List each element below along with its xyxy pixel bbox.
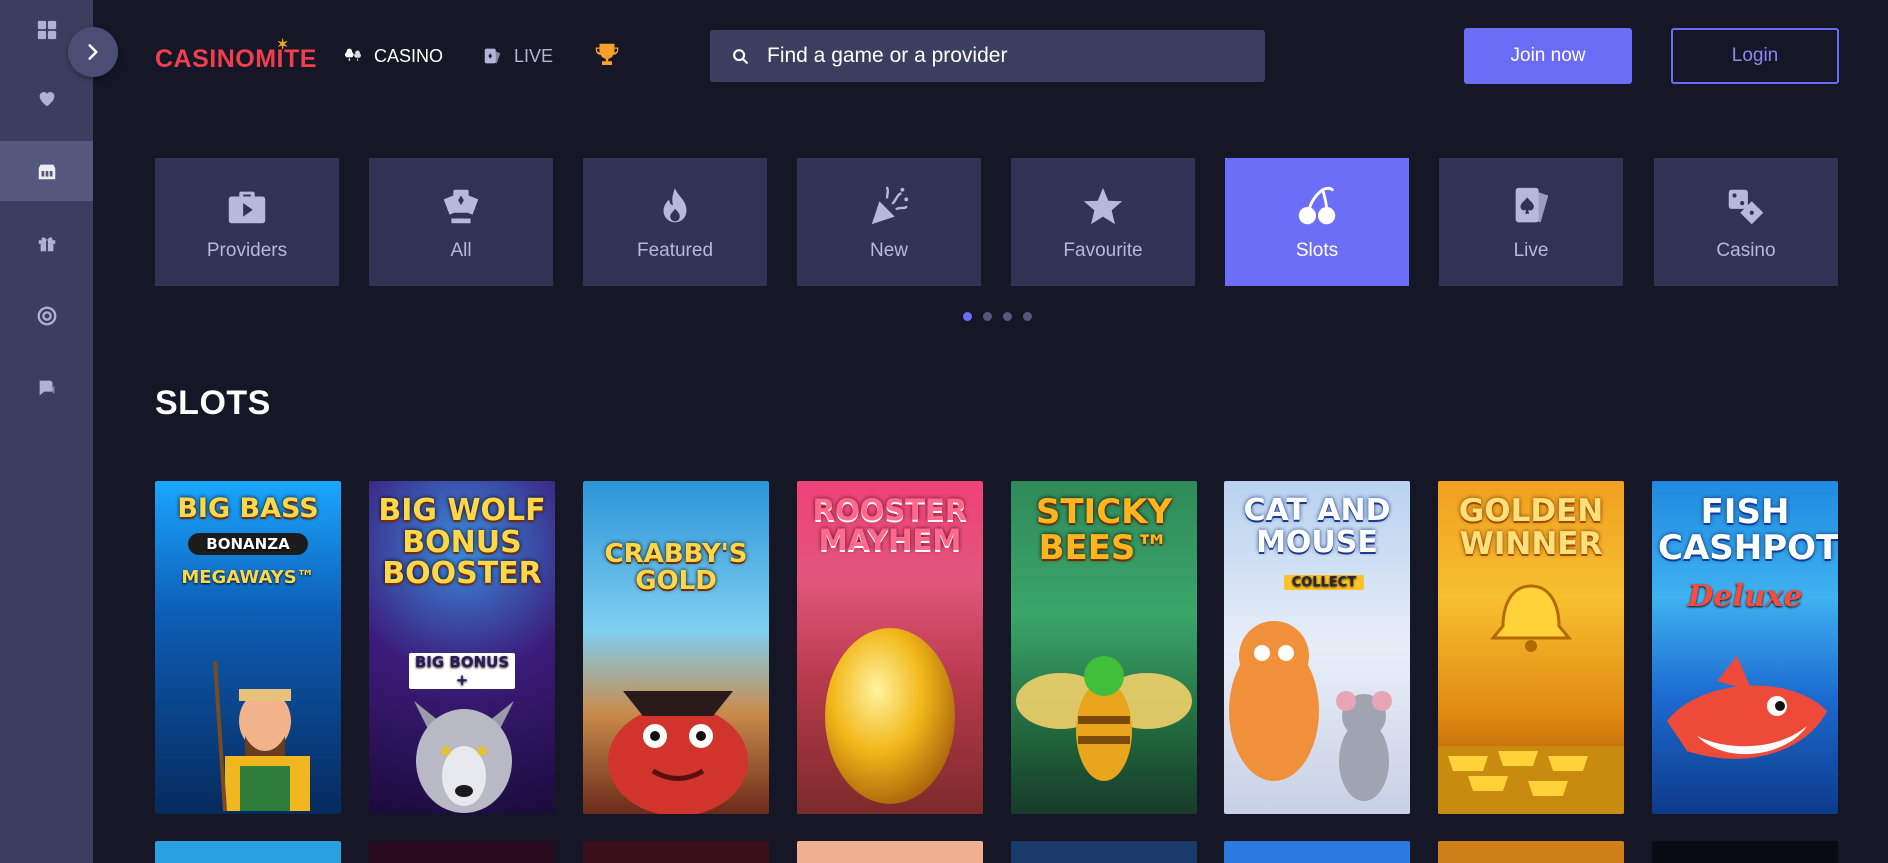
game-title: BIG BASS: [177, 493, 319, 524]
sidebar-item-target[interactable]: [0, 286, 93, 346]
category-label: Slots: [1295, 240, 1339, 261]
page: CASINOMITE ✶ CASINO LIVE Find a game or …: [0, 0, 1888, 863]
game-card-big-bass-bonanza[interactable]: BIG BASS BONANZA MEGAWAYS™: [155, 481, 341, 814]
search-icon: [733, 48, 748, 64]
game-card-fish-cashpot-deluxe[interactable]: FISH CASHPOT Deluxe: [1652, 481, 1838, 814]
game-title: CAT AND MOUSE: [1243, 493, 1391, 560]
logo-spark-icon: ✶: [276, 36, 289, 52]
cards-icon: [443, 189, 479, 224]
game-card-row2[interactable]: [369, 841, 555, 863]
sidebar-item-favourites[interactable]: [0, 68, 93, 128]
logo-text: CASINOMITE: [155, 44, 317, 73]
category-label: Casino: [1716, 240, 1776, 261]
game-card-row2[interactable]: [1011, 841, 1197, 863]
golden-egg-illustration: [825, 628, 955, 804]
sidebar-item-support[interactable]: [0, 358, 93, 418]
fisherman-illustration: [213, 661, 310, 811]
game-card-row2[interactable]: [583, 841, 769, 863]
category-label: New: [869, 240, 908, 261]
game-subtitle: COLLECT: [1284, 575, 1364, 590]
sidebar-item-promotions[interactable]: [0, 213, 93, 273]
game-card-golden-winner[interactable]: GOLDEN WINNER: [1438, 481, 1624, 814]
game-subtitle: Deluxe: [1687, 579, 1803, 614]
game-card-rooster-mayhem[interactable]: ROOSTER MAYHEM: [797, 481, 983, 814]
gold-bars-illustration: [1438, 584, 1624, 814]
chevron-right-icon: [88, 44, 98, 60]
category-label: Featured: [636, 240, 714, 261]
sidebar-toggle-button[interactable]: [68, 27, 118, 77]
shark-illustration: [1667, 656, 1827, 759]
pagination-dot[interactable]: [983, 312, 992, 321]
search-input[interactable]: Find a game or a provider: [710, 30, 1265, 82]
support-icon: [39, 380, 54, 396]
game-title: ROOSTER MAYHEM: [812, 493, 968, 558]
game-title: GOLDEN WINNER: [1458, 493, 1604, 562]
nav-casino-label: CASINO: [374, 45, 444, 66]
bee-illustration: [1016, 656, 1192, 781]
login-button[interactable]: Login: [1671, 28, 1839, 84]
nav-casino-link[interactable]: CASINO: [342, 42, 443, 70]
live-cards-icon: [484, 48, 501, 64]
category-label: Favourite: [1063, 240, 1143, 261]
category-tile-featured[interactable]: Featured: [583, 158, 767, 286]
category-label: Providers: [206, 240, 288, 261]
gift-icon: [38, 237, 55, 252]
game-title: FISH CASHPOT: [1658, 492, 1838, 568]
game-title: BIG WOLF BONUS BOOSTER: [378, 493, 546, 591]
trophy-icon[interactable]: [592, 40, 622, 70]
carousel-pagination: [963, 312, 1032, 321]
category-tile-new[interactable]: New: [797, 158, 981, 286]
flame-icon: [663, 187, 687, 223]
game-title: STICKY BEES™: [1035, 492, 1173, 568]
party-popper-icon: [871, 186, 909, 225]
cherries-icon: [1298, 186, 1336, 225]
game-extra: MEGAWAYS™: [181, 567, 315, 588]
game-card-row2[interactable]: [155, 841, 341, 863]
nav-live-link[interactable]: LIVE: [482, 42, 553, 70]
logo[interactable]: CASINOMITE ✶: [155, 36, 317, 74]
search-placeholder: Find a game or a provider: [767, 44, 1008, 67]
game-card-row2[interactable]: [1438, 841, 1624, 863]
category-tile-slots[interactable]: Slots: [1225, 158, 1409, 286]
wolf-illustration: [414, 701, 514, 813]
dice-icon: [1728, 189, 1764, 225]
sidebar: [0, 0, 93, 863]
category-tile-favourite[interactable]: Favourite: [1011, 158, 1195, 286]
join-now-button[interactable]: Join now: [1464, 28, 1632, 84]
category-label: All: [450, 240, 472, 261]
game-card-cat-and-mouse[interactable]: CAT AND MOUSE COLLECT: [1224, 481, 1410, 814]
game-card-big-wolf-bonus-booster[interactable]: BIG WOLF BONUS BOOSTER BIG BONUS +: [369, 481, 555, 814]
briefcase-play-icon: [228, 191, 266, 224]
game-card-sticky-bees[interactable]: STICKY BEES™: [1011, 481, 1197, 814]
star-icon: [1083, 187, 1123, 225]
playing-cards-icon: [1515, 187, 1549, 223]
cat-mouse-illustration: [1229, 621, 1392, 801]
target-icon: [37, 306, 56, 326]
heart-icon: [39, 92, 54, 107]
category-tile-all[interactable]: All: [369, 158, 553, 286]
game-subtitle: BONANZA: [188, 533, 308, 555]
category-tile-providers[interactable]: Providers: [155, 158, 339, 286]
crab-pirate-illustration: [608, 691, 748, 814]
casino-icon: [38, 164, 55, 180]
game-title: CRABBY'S GOLD: [604, 539, 748, 597]
pagination-dot[interactable]: [1023, 312, 1032, 321]
section-title: SLOTS: [155, 384, 271, 422]
game-card-crabbys-gold[interactable]: CRABBY'S GOLD: [583, 481, 769, 814]
category-label: Live: [1513, 240, 1549, 261]
category-tile-live[interactable]: Live: [1439, 158, 1623, 286]
dashboard-icon: [37, 20, 56, 40]
game-card-row2[interactable]: [1224, 841, 1410, 863]
category-tile-casino[interactable]: Casino: [1654, 158, 1838, 286]
nav-live-label: LIVE: [514, 45, 554, 66]
pagination-dot[interactable]: [1003, 312, 1012, 321]
game-card-row2[interactable]: [1652, 841, 1838, 863]
pagination-dot[interactable]: [963, 312, 972, 321]
game-card-row2[interactable]: [797, 841, 983, 863]
clubs-cards-icon: [344, 48, 361, 61]
sidebar-item-casino[interactable]: [0, 141, 93, 201]
